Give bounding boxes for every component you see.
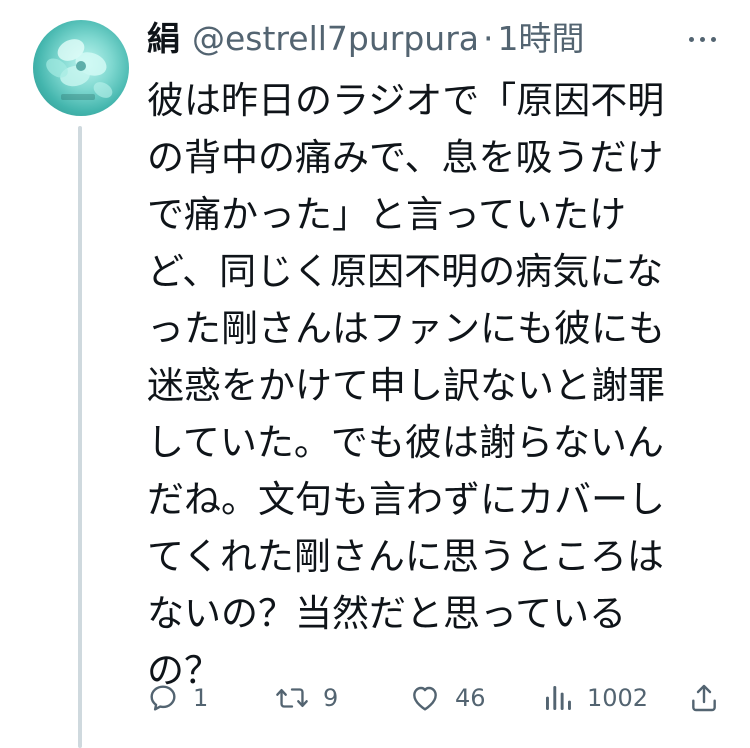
retweet-button[interactable]: 9 — [275, 672, 338, 724]
tweet-text-line: 彼は昨日のラジオで「原因不明 — [147, 79, 665, 122]
tweet-text-line: していた。でも彼は謝らないん — [147, 421, 664, 464]
display-name[interactable]: 絹 — [147, 14, 180, 64]
like-button[interactable]: 46 — [409, 672, 486, 724]
header-separator: · — [483, 19, 494, 58]
tweet-text-line: った剛さんはファンにも彼にも — [147, 307, 665, 350]
avatar[interactable] — [33, 20, 129, 116]
tweet-body: 彼は昨日のラジオで「原因不明 の背中の痛みで、息を吸うだけ で痛かった」と言って… — [147, 72, 707, 699]
tweet: 絹 @estrell7purpura · 1時間 彼は昨日のラジオで「原因不明 … — [0, 0, 750, 748]
tweet-text-line: ないの？当然だと思っている — [147, 592, 627, 635]
tweet-text-line: の背中の痛みで、息を吸うだけ — [147, 136, 664, 179]
more-options-button[interactable] — [680, 24, 724, 54]
tweet-text-line: ど、同じく原因不明の病気にな — [147, 250, 664, 293]
more-dots-icon — [699, 36, 705, 42]
analytics-icon — [546, 686, 571, 710]
reply-button[interactable]: 1 — [147, 672, 208, 724]
share-button[interactable] — [689, 672, 719, 724]
more-dots-icon — [710, 36, 716, 42]
tweet-action-bar: 1 9 46 1002 — [147, 672, 727, 724]
retweet-icon — [276, 688, 308, 708]
retweet-count: 9 — [323, 684, 339, 712]
view-count: 1002 — [587, 684, 649, 712]
tweet-text-line: で痛かった」と言っていたけ — [147, 193, 627, 236]
like-count: 46 — [455, 684, 486, 712]
more-dots-icon — [688, 36, 694, 42]
orchid-avatar-image — [46, 39, 113, 100]
thread-connector-line — [78, 126, 82, 748]
tweet-text-line: だね。文句も言わずにカバーし — [147, 478, 665, 521]
tweet-text-line: てくれた剛さんに思うところは — [147, 535, 664, 578]
reply-icon — [150, 685, 176, 711]
tweet-header: 絹 @estrell7purpura · 1時間 — [147, 14, 585, 64]
user-handle[interactable]: @estrell7purpura — [192, 14, 479, 64]
reply-count: 1 — [193, 684, 209, 712]
tweet-text-line: 迷惑をかけて申し訳ないと謝罪 — [147, 364, 665, 407]
views-button[interactable]: 1002 — [543, 672, 648, 724]
tweet-timestamp[interactable]: 1時間 — [498, 14, 585, 64]
heart-icon — [413, 686, 437, 711]
share-icon — [692, 684, 716, 712]
